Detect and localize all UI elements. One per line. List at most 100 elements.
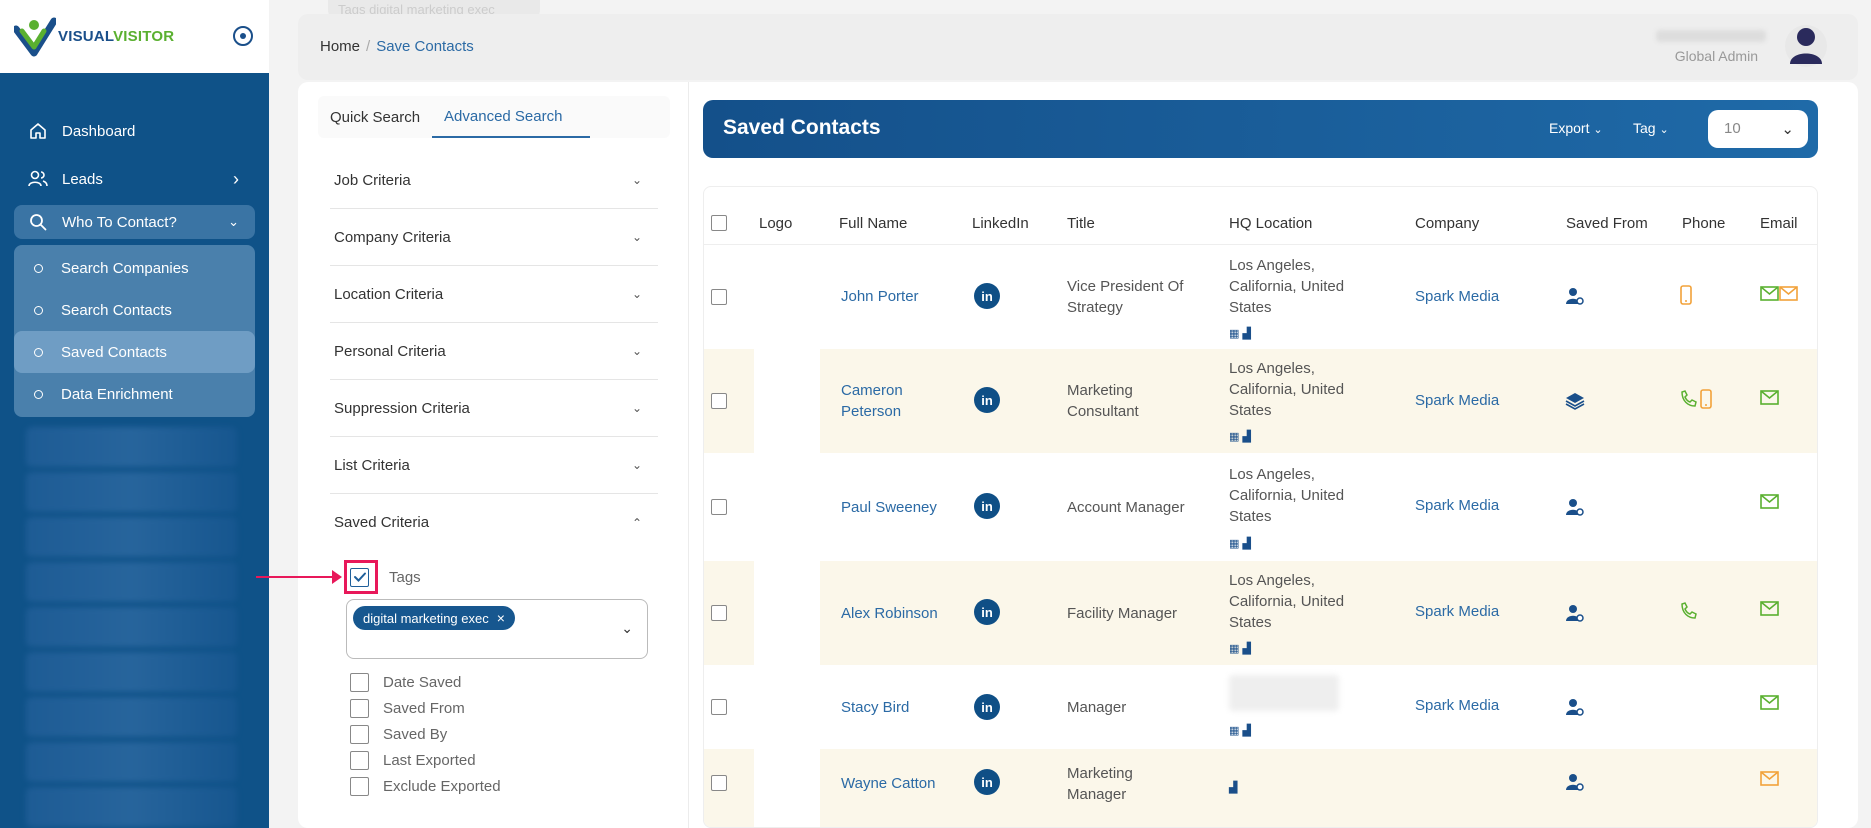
checkbox[interactable] xyxy=(350,698,369,718)
email-icon[interactable] xyxy=(1760,601,1779,617)
sidebar-subitem-search-contacts[interactable]: Search Contacts xyxy=(14,289,255,331)
contact-name[interactable]: Alex Robinson xyxy=(841,603,938,624)
table-row[interactable]: Paul Sweeney in Account Manager Los Ange… xyxy=(704,453,1817,561)
col-hq-location[interactable]: HQ Location xyxy=(1229,215,1312,232)
sidebar-subitem-label: Search Companies xyxy=(61,259,189,277)
criteria-job[interactable]: Job Criteria ⌄ xyxy=(330,152,658,209)
row-checkbox[interactable] xyxy=(711,605,727,621)
hq-location-blurred xyxy=(1229,675,1339,711)
criteria-suppression[interactable]: Suppression Criteria ⌄ xyxy=(330,380,658,437)
sidebar-subitem-data-enrichment[interactable]: Data Enrichment xyxy=(14,373,255,415)
criteria-location[interactable]: Location Criteria ⌄ xyxy=(330,266,658,323)
select-all-checkbox[interactable] xyxy=(711,215,727,231)
phone-icon[interactable] xyxy=(1679,601,1697,621)
tab-quick-search[interactable]: Quick Search xyxy=(318,96,432,138)
row-checkbox[interactable] xyxy=(711,499,727,515)
col-title[interactable]: Title xyxy=(1067,215,1095,232)
sidebar-item-who-to-contact[interactable]: Who To Contact? ⌄ xyxy=(14,205,255,239)
col-company[interactable]: Company xyxy=(1415,215,1479,232)
option-exclude-exported[interactable]: Exclude Exported xyxy=(350,773,670,799)
chevron-down-icon: ⌄ xyxy=(1659,124,1669,136)
hq-location: Los Angeles, California, United States xyxy=(1229,464,1369,527)
col-saved-from: Saved From xyxy=(1566,215,1648,232)
mobile-icon[interactable] xyxy=(1679,285,1693,305)
linkedin-icon[interactable]: in xyxy=(974,599,1000,625)
checkbox[interactable] xyxy=(350,724,369,744)
linkedin-icon[interactable]: in xyxy=(974,769,1000,795)
linkedin-icon[interactable]: in xyxy=(974,493,1000,519)
location-line: States xyxy=(1229,299,1272,316)
page-header: Home / Save Contacts Global Admin xyxy=(298,14,1858,80)
contact-name[interactable]: Paul Sweeney xyxy=(841,497,937,518)
location-line: Los Angeles, xyxy=(1229,257,1315,274)
company-link[interactable]: Spark Media xyxy=(1415,288,1499,305)
contact-title: Marketing Manager xyxy=(1067,763,1133,805)
chevron-down-icon: ⌄ xyxy=(1781,121,1794,138)
linkedin-icon[interactable]: in xyxy=(974,387,1000,413)
close-icon[interactable]: × xyxy=(497,610,505,626)
sidebar-subitem-search-companies[interactable]: Search Companies xyxy=(14,247,255,289)
contact-name[interactable]: Wayne Catton xyxy=(841,773,936,794)
annotation-highlight xyxy=(344,560,378,594)
sidebar-item-leads[interactable]: Leads › xyxy=(0,155,269,203)
phone-icon[interactable] xyxy=(1679,389,1715,409)
criteria-personal[interactable]: Personal Criteria ⌄ xyxy=(330,323,658,380)
linkedin-icon[interactable]: in xyxy=(974,694,1000,720)
email-icon[interactable] xyxy=(1760,695,1779,711)
option-saved-from[interactable]: Saved From xyxy=(350,695,670,721)
row-checkbox[interactable] xyxy=(711,699,727,715)
sidebar-subitem-label: Search Contacts xyxy=(61,301,172,319)
col-full-name[interactable]: Full Name xyxy=(839,215,907,232)
sidebar-item-dashboard[interactable]: Dashboard xyxy=(0,107,269,155)
row-checkbox[interactable] xyxy=(711,775,727,791)
breadcrumb-home[interactable]: Home xyxy=(320,38,360,55)
layers-icon xyxy=(1565,393,1585,410)
table-row[interactable]: Wayne Catton in Marketing Manager ▟ xyxy=(704,749,1817,827)
company-link[interactable]: Spark Media xyxy=(1415,497,1499,514)
table-row[interactable]: Alex Robinson in Facility Manager Los An… xyxy=(704,561,1817,665)
per-page-select[interactable]: 10 ⌄ xyxy=(1708,110,1808,148)
option-last-exported[interactable]: Last Exported xyxy=(350,747,670,773)
contact-name[interactable]: Stacy Bird xyxy=(841,697,909,718)
tab-advanced-search[interactable]: Advanced Search xyxy=(432,96,591,138)
target-icon[interactable] xyxy=(233,26,253,46)
email-icon[interactable] xyxy=(1760,494,1779,510)
export-button[interactable]: Export ⌄ xyxy=(1549,120,1603,136)
checkbox[interactable] xyxy=(350,776,369,796)
email-icon[interactable] xyxy=(1760,286,1798,302)
email-icon[interactable] xyxy=(1760,771,1779,787)
sidebar-subitem-saved-contacts[interactable]: Saved Contacts xyxy=(14,331,255,373)
option-label: Saved By xyxy=(383,725,448,743)
tags-select[interactable]: digital marketing exec × ⌄ xyxy=(346,599,648,659)
row-checkbox[interactable] xyxy=(711,393,727,409)
chevron-down-icon[interactable]: ⌄ xyxy=(621,620,633,637)
table-header: Logo Full Name LinkedIn Title HQ Locatio… xyxy=(704,187,1817,245)
criteria-label: Company Criteria xyxy=(334,228,451,246)
contacts-table: Logo Full Name LinkedIn Title HQ Locatio… xyxy=(703,186,1818,828)
criteria-list[interactable]: List Criteria ⌄ xyxy=(330,437,658,494)
option-date-saved[interactable]: Date Saved xyxy=(350,669,670,695)
tag-button[interactable]: Tag ⌄ xyxy=(1633,120,1669,136)
building-icon: ▦ ▟ xyxy=(1229,431,1251,443)
table-row[interactable]: Cameron Peterson in Marketing Consultant L… xyxy=(704,349,1817,453)
building-icon: ▦ ▟ xyxy=(1229,643,1251,655)
linkedin-icon[interactable]: in xyxy=(974,283,1000,309)
checkbox[interactable] xyxy=(350,750,369,770)
avatar[interactable] xyxy=(1784,22,1828,70)
company-link[interactable]: Spark Media xyxy=(1415,697,1499,714)
option-label: Saved From xyxy=(383,699,465,717)
table-row[interactable]: Stacy Bird in Manager ▦ ▟ Spark Media xyxy=(704,665,1817,749)
contact-name[interactable]: Cameron Peterson xyxy=(841,380,903,422)
criteria-company[interactable]: Company Criteria ⌄ xyxy=(330,209,658,266)
contact-name[interactable]: John Porter xyxy=(841,286,919,307)
table-row[interactable]: John Porter in Vice President Of Strategy… xyxy=(704,245,1817,349)
row-checkbox[interactable] xyxy=(711,289,727,305)
checkbox[interactable] xyxy=(350,672,369,692)
per-page-value: 10 xyxy=(1724,120,1741,137)
email-icon[interactable] xyxy=(1760,390,1779,406)
option-saved-by[interactable]: Saved By xyxy=(350,721,670,747)
criteria-saved[interactable]: Saved Criteria ⌃ xyxy=(330,494,658,551)
blurred-menu xyxy=(26,427,237,827)
company-link[interactable]: Spark Media xyxy=(1415,603,1499,620)
company-link[interactable]: Spark Media xyxy=(1415,392,1499,409)
